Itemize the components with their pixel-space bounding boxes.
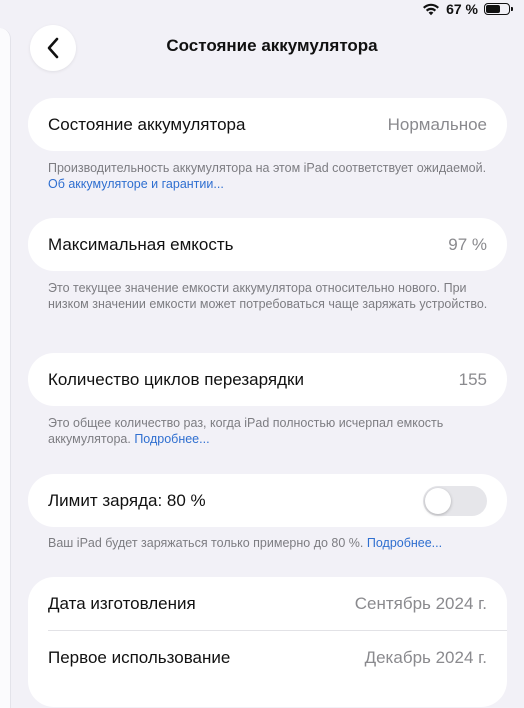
cycle-count-row: Количество циклов перезарядки 155 xyxy=(28,353,507,406)
battery-health-card: Состояние аккумулятора Нормальное xyxy=(28,98,507,151)
battery-health-row: Состояние аккумулятора Нормальное xyxy=(28,98,507,151)
manufacture-date-value: Сентябрь 2024 г. xyxy=(354,593,487,613)
battery-health-footnote-text: Производительность аккумулятора на этом … xyxy=(48,161,487,175)
battery-percent: 67 % xyxy=(446,1,478,17)
battery-health-label: Состояние аккумулятора xyxy=(48,114,246,134)
charge-limit-row: Лимит заряда: 80 % xyxy=(28,474,507,527)
battery-fill xyxy=(486,5,501,13)
wifi-icon xyxy=(423,3,440,16)
cycle-count-footnote-text: Это общее количество раз, когда iPad пол… xyxy=(48,416,444,446)
battery-health-value: Нормальное xyxy=(387,114,487,134)
max-capacity-value: 97 % xyxy=(448,234,487,254)
max-capacity-footnote: Это текущее значение емкости аккумулятор… xyxy=(48,280,498,312)
cycle-count-more-link[interactable]: Подробнее... xyxy=(134,432,209,446)
first-use-value: Декабрь 2024 г. xyxy=(364,647,487,667)
manufacture-date-label: Дата изготовления xyxy=(48,593,196,613)
cycle-count-card: Количество циклов перезарядки 155 xyxy=(28,353,507,406)
cycle-count-label: Количество циклов перезарядки xyxy=(48,369,304,389)
charge-limit-footnote-text: Ваш iPad будет заряжаться только примерн… xyxy=(48,536,367,550)
max-capacity-footnote-text: Это текущее значение емкости аккумулятор… xyxy=(48,281,488,311)
battery-warranty-link[interactable]: Об аккумуляторе и гарантии... xyxy=(48,177,224,191)
charge-limit-toggle[interactable] xyxy=(423,485,487,516)
battery-tip xyxy=(511,7,513,11)
first-use-label: Первое использование xyxy=(48,647,231,667)
cycle-count-value: 155 xyxy=(458,369,487,389)
sidebar-edge xyxy=(0,28,11,708)
charge-limit-card: Лимит заряда: 80 % xyxy=(28,474,507,527)
charge-limit-label: Лимит заряда: 80 % xyxy=(48,490,206,510)
max-capacity-row: Максимальная емкость 97 % xyxy=(28,218,507,271)
cycle-count-footnote: Это общее количество раз, когда iPad пол… xyxy=(48,415,498,447)
battery-icon xyxy=(484,3,513,15)
charge-limit-footnote: Ваш iPad будет заряжаться только примерн… xyxy=(48,535,498,551)
max-capacity-card: Максимальная емкость 97 % xyxy=(28,218,507,271)
dates-card: Дата изготовления Сентябрь 2024 г. Перво… xyxy=(28,577,507,707)
battery-health-footnote: Производительность аккумулятора на этом … xyxy=(48,160,498,192)
max-capacity-label: Максимальная емкость xyxy=(48,234,234,254)
first-use-row: Первое использование Декабрь 2024 г. xyxy=(28,631,507,684)
status-bar: 67 % xyxy=(422,0,513,18)
page-title: Состояние аккумулятора xyxy=(166,36,378,55)
manufacture-date-row: Дата изготовления Сентябрь 2024 г. xyxy=(28,577,507,630)
charge-limit-more-link[interactable]: Подробнее... xyxy=(367,536,442,550)
toggle-knob xyxy=(425,487,451,514)
